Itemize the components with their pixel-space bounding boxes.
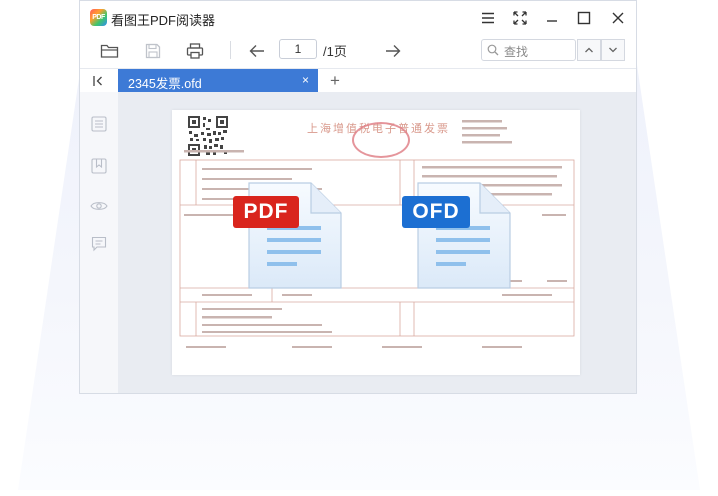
- pdf-file-icon: PDF: [233, 182, 343, 290]
- list-icon: [91, 116, 107, 132]
- sidebar-comments-button[interactable]: [88, 233, 110, 255]
- tab-bar: 2345发票.ofd × +: [80, 68, 636, 93]
- page-number-input[interactable]: 1: [279, 39, 317, 59]
- close-icon: [612, 12, 624, 24]
- app-logo: PDF: [90, 9, 107, 26]
- chevron-up-icon: [585, 47, 593, 53]
- eye-icon: [90, 202, 108, 210]
- prev-page-button[interactable]: [245, 40, 269, 62]
- collapse-left-icon: [93, 76, 102, 86]
- save-icon: [145, 43, 161, 59]
- chevron-down-icon: [609, 47, 617, 53]
- sidebar-bookmark-button[interactable]: [88, 155, 110, 177]
- ofd-badge: OFD: [402, 196, 470, 228]
- title-bar: PDF 看图王PDF阅读器: [80, 1, 636, 35]
- menu-icon: [482, 12, 494, 24]
- app-title: 看图王PDF阅读器: [111, 13, 216, 28]
- plus-icon: +: [330, 71, 340, 90]
- search-next-button[interactable]: [601, 39, 625, 61]
- print-button[interactable]: [183, 40, 207, 62]
- fullscreen-button[interactable]: [510, 8, 530, 28]
- folder-icon: [100, 44, 119, 58]
- ofd-file-icon: OFD: [402, 182, 512, 290]
- maximize-button[interactable]: [574, 8, 594, 28]
- printer-icon: [186, 43, 204, 59]
- sidebar-outline-button[interactable]: [88, 113, 110, 135]
- toolbar-divider: [230, 41, 231, 59]
- menu-button[interactable]: [478, 8, 498, 28]
- bookmark-icon: [91, 158, 107, 174]
- search-placeholder: 查找: [504, 45, 529, 59]
- sidebar: [80, 92, 119, 393]
- pdf-badge: PDF: [233, 196, 299, 228]
- collapse-sidebar-button[interactable]: [88, 72, 108, 90]
- search-prev-button[interactable]: [577, 39, 601, 61]
- close-window-button[interactable]: [608, 8, 628, 28]
- sidebar-view-button[interactable]: [88, 195, 110, 217]
- tab-document[interactable]: 2345发票.ofd ×: [118, 69, 318, 93]
- tab-label: 2345发票.ofd: [128, 77, 202, 91]
- new-tab-button[interactable]: +: [325, 71, 345, 91]
- arrow-right-icon: [386, 45, 401, 57]
- open-file-button[interactable]: [98, 40, 122, 62]
- comment-icon: [91, 236, 107, 252]
- minimize-button[interactable]: [542, 8, 562, 28]
- expand-icon: [513, 11, 527, 25]
- arrow-left-icon: [249, 45, 264, 57]
- search-icon: [487, 44, 499, 56]
- next-page-button[interactable]: [381, 40, 405, 62]
- minimize-icon: [547, 20, 557, 22]
- save-button[interactable]: [141, 40, 165, 62]
- page-total-label: /1页: [323, 44, 347, 59]
- search-input[interactable]: 查找: [481, 39, 576, 61]
- tab-close-button[interactable]: ×: [302, 73, 309, 87]
- maximize-icon: [577, 11, 591, 25]
- document-viewer[interactable]: 上海增值税电子普通发票 PDF OFD: [118, 92, 636, 393]
- app-window: PDF 看图王PDF阅读器 1 /1页 查找 2345发票.ofd × + 上海…: [79, 0, 637, 394]
